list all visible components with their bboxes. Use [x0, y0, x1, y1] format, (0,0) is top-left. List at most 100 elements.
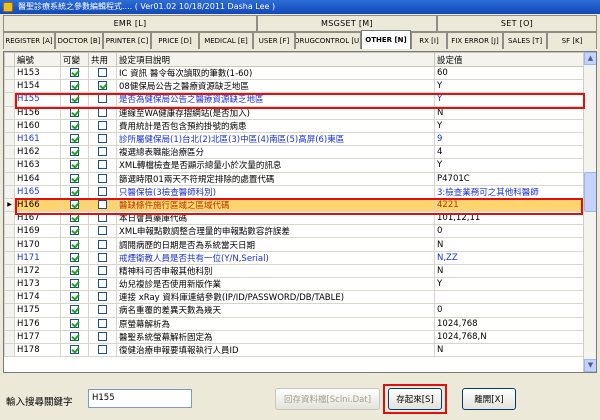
- shared-checkbox[interactable]: [98, 345, 107, 355]
- cell-value[interactable]: 0: [434, 303, 585, 318]
- row-indicator[interactable]: [4, 158, 15, 173]
- changeable-checkbox[interactable]: [70, 160, 79, 170]
- table-row[interactable]: H167 本日會員藥庫代碼 101,12,11: [4, 211, 585, 226]
- cell-changeable[interactable]: [60, 184, 89, 199]
- changeable-checkbox[interactable]: [70, 318, 79, 328]
- cell-code[interactable]: H155: [14, 92, 61, 107]
- tab-fix-error[interactable]: FIX ERROR [J]: [447, 32, 503, 49]
- changeable-checkbox[interactable]: [70, 120, 79, 130]
- row-indicator[interactable]: [4, 290, 15, 305]
- cell-value[interactable]: N: [434, 342, 585, 358]
- row-indicator[interactable]: [4, 276, 15, 292]
- cell-changeable[interactable]: [60, 237, 89, 252]
- cell-description[interactable]: 複選總表職能治療區分: [116, 145, 435, 160]
- cell-value[interactable]: Y: [434, 118, 585, 133]
- shared-checkbox[interactable]: [98, 120, 107, 130]
- row-pointer-icon[interactable]: ▶: [4, 197, 15, 213]
- row-indicator[interactable]: [4, 105, 15, 120]
- shared-checkbox[interactable]: [98, 81, 107, 91]
- row-indicator[interactable]: [4, 145, 15, 160]
- cell-value[interactable]: Y: [434, 158, 585, 173]
- row-indicator[interactable]: [4, 211, 15, 226]
- header-description[interactable]: 設定項目說明: [116, 52, 435, 67]
- shared-checkbox[interactable]: [98, 318, 107, 328]
- cell-changeable[interactable]: [60, 342, 89, 358]
- shared-checkbox[interactable]: [98, 331, 107, 341]
- cell-shared[interactable]: [88, 92, 117, 107]
- shared-checkbox[interactable]: [98, 107, 107, 117]
- cell-code[interactable]: H175: [14, 303, 61, 318]
- cell-description[interactable]: 只醫保檢(3檢查醫師科別): [116, 184, 435, 199]
- row-indicator[interactable]: [4, 263, 15, 279]
- cell-description[interactable]: 調閱病歷的日期是否為系統當天日期: [116, 237, 435, 252]
- cell-shared[interactable]: [88, 276, 117, 292]
- changeable-checkbox[interactable]: [70, 107, 79, 117]
- cell-description[interactable]: 原螢幕解析為: [116, 316, 435, 331]
- cell-value[interactable]: N: [434, 237, 585, 252]
- cell-value[interactable]: Y: [434, 79, 585, 94]
- cell-shared[interactable]: [88, 118, 117, 133]
- cell-changeable[interactable]: [60, 329, 89, 344]
- table-row[interactable]: H169 XML申報點數調整合理量的申報點數容許誤差 0: [4, 224, 585, 239]
- cell-description[interactable]: 幼兒複診是否使用新版作業: [116, 276, 435, 292]
- table-row[interactable]: H153 IC 資訊 醫令每次讀取的筆數(1-60) 60: [4, 65, 585, 81]
- cell-value[interactable]: N: [434, 105, 585, 120]
- table-row[interactable]: H155 是否為健保局公告之醫療資源缺乏地區 Y: [4, 92, 585, 107]
- cell-shared[interactable]: [88, 184, 117, 199]
- table-row[interactable]: H156 連線至WA健康存摺網站(是否加入) N: [4, 105, 585, 120]
- tab-group-set[interactable]: SET [O]: [437, 15, 597, 32]
- cell-shared[interactable]: [88, 224, 117, 239]
- table-row[interactable]: H164 篩選時限01兩天不符規定排除的處置代碼 P4701C: [4, 171, 585, 186]
- shared-checkbox[interactable]: [98, 147, 107, 157]
- cell-value[interactable]: 101,12,11: [434, 211, 585, 226]
- table-row[interactable]: H177 醫聖系統螢幕解析固定為 1024,768,N: [4, 329, 585, 344]
- row-indicator[interactable]: [4, 92, 15, 107]
- cell-changeable[interactable]: [60, 224, 89, 239]
- cell-shared[interactable]: [88, 329, 117, 344]
- row-indicator[interactable]: [4, 316, 15, 331]
- exit-button[interactable]: 離開[X]: [462, 388, 516, 410]
- shared-checkbox[interactable]: [98, 239, 107, 249]
- changeable-checkbox[interactable]: [70, 305, 79, 315]
- cell-code[interactable]: H169: [14, 224, 61, 239]
- cell-changeable[interactable]: [60, 92, 89, 107]
- cell-code[interactable]: H161: [14, 131, 61, 147]
- cell-code[interactable]: H176: [14, 316, 61, 331]
- search-input[interactable]: H155: [88, 389, 192, 408]
- cell-code[interactable]: H177: [14, 329, 61, 344]
- cell-description[interactable]: 醫聖系統螢幕解析固定為: [116, 329, 435, 344]
- cell-code[interactable]: H174: [14, 290, 61, 305]
- table-row[interactable]: H174 連接 xRay 資料庫連結參數(IP/ID/PASSWORD/DB/TA…: [4, 290, 585, 305]
- changeable-checkbox[interactable]: [70, 331, 79, 341]
- cell-description[interactable]: 醫缺條件施行區域之區域代碼: [116, 197, 435, 213]
- cell-changeable[interactable]: [60, 263, 89, 279]
- cell-shared[interactable]: [88, 158, 117, 173]
- cell-description[interactable]: 病名重覆的差異天數為幾天: [116, 303, 435, 318]
- cell-value[interactable]: 4: [434, 145, 585, 160]
- cell-changeable[interactable]: [60, 276, 89, 292]
- cell-value[interactable]: P4701C: [434, 171, 585, 186]
- shared-checkbox[interactable]: [98, 213, 107, 223]
- changeable-checkbox[interactable]: [70, 199, 79, 209]
- cell-description[interactable]: 戒煙衛教人員是否共有一位(Y/N,Serial): [116, 250, 435, 265]
- shared-checkbox[interactable]: [98, 94, 107, 104]
- changeable-checkbox[interactable]: [70, 94, 79, 104]
- cell-code[interactable]: H167: [14, 211, 61, 226]
- cell-changeable[interactable]: [60, 158, 89, 173]
- row-indicator[interactable]: [4, 303, 15, 318]
- tab-group-emr[interactable]: EMR [L]: [3, 15, 257, 32]
- table-row[interactable]: H162 複選總表職能治療區分 4: [4, 145, 585, 160]
- scroll-up-icon[interactable]: ▲: [584, 52, 596, 65]
- row-indicator[interactable]: [4, 329, 15, 344]
- tab-drugcontrol[interactable]: DRUGCONTROL [U]: [295, 32, 361, 49]
- cell-code[interactable]: H178: [14, 342, 61, 358]
- changeable-checkbox[interactable]: [70, 213, 79, 223]
- cell-shared[interactable]: [88, 79, 117, 94]
- shared-checkbox[interactable]: [98, 160, 107, 170]
- cell-description[interactable]: 復健治療申報要填報執行人員ID: [116, 342, 435, 358]
- cell-value[interactable]: 3:檢查業務可之其他科醫師: [434, 184, 585, 199]
- cell-shared[interactable]: [88, 250, 117, 265]
- cell-changeable[interactable]: [60, 303, 89, 318]
- cell-value[interactable]: 4221: [434, 197, 585, 213]
- cell-changeable[interactable]: [60, 105, 89, 120]
